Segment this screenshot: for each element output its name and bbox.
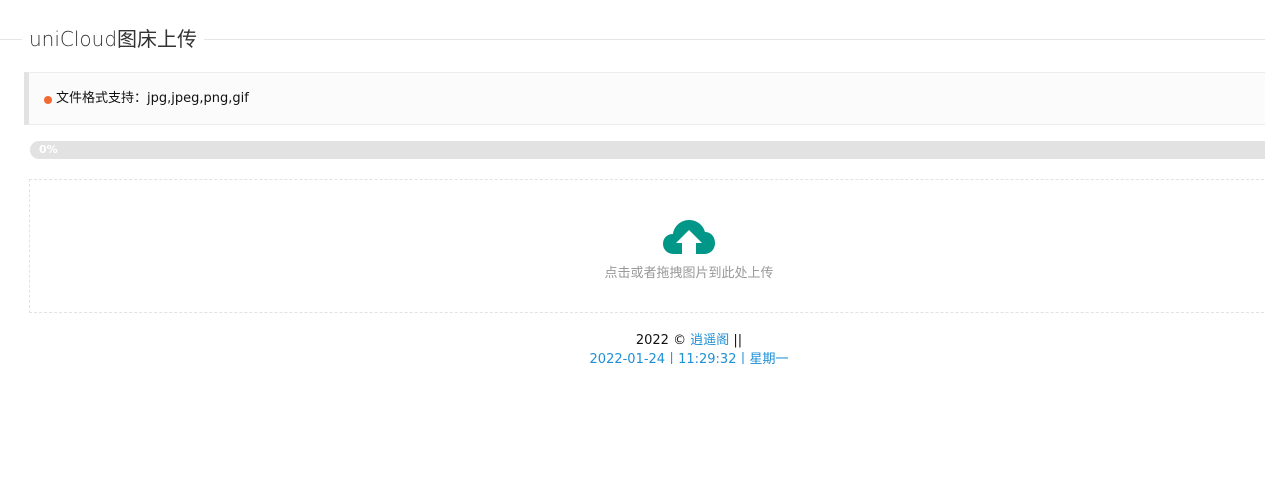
footer-datetime: 2022-01-24丨11:29:32丨星期一 <box>589 352 789 367</box>
footer-copyright: 2022 © <box>635 333 687 348</box>
upload-progress-bar: 0% <box>30 141 1265 159</box>
author-link[interactable]: 逍遥阁 <box>690 333 729 348</box>
footer-separator: || <box>733 333 743 348</box>
bullet-dot-icon <box>44 96 52 104</box>
upload-hint: 点击或者拖拽图片到此处上传 <box>604 266 774 281</box>
footer-line-1: 2022 © 逍遥阁 || <box>0 331 1265 350</box>
page-title: uniCloud图床上传 <box>22 25 205 53</box>
upload-dropzone[interactable]: 点击或者拖拽图片到此处上传 <box>29 179 1265 313</box>
format-notice-text: 文件格式支持：jpg,jpeg,png,gif <box>56 91 249 106</box>
cloud-upload-icon <box>663 220 715 254</box>
progress-label: 0% <box>39 143 58 156</box>
footer: 2022 © 逍遥阁 || 2022-01-24丨11:29:32丨星期一 <box>0 331 1265 369</box>
format-notice: 文件格式支持：jpg,jpeg,png,gif <box>24 72 1265 125</box>
